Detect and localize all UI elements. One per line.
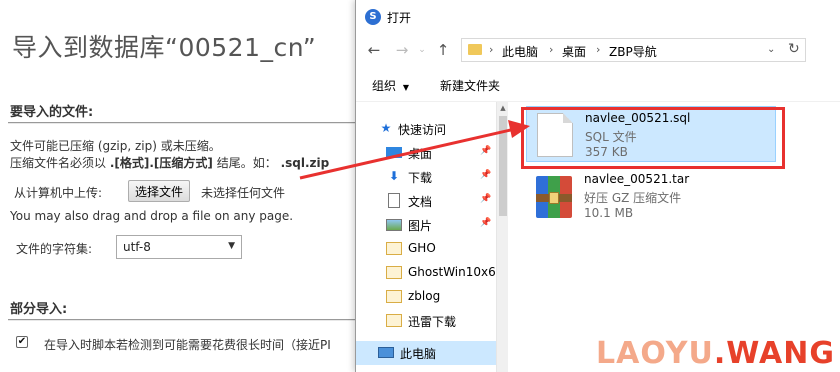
- file-type: 好压 GZ 压缩文件: [584, 191, 682, 205]
- download-icon: ⬇: [388, 169, 400, 183]
- page-title: 导入到数据库“00521_cn”: [12, 33, 317, 62]
- sidebar-item-zblog[interactable]: zblog: [356, 285, 496, 309]
- history-dropdown-icon[interactable]: ⌄: [413, 41, 431, 59]
- new-folder-button[interactable]: 新建文件夹: [440, 77, 500, 94]
- sidebar-item-label: 下载: [408, 171, 433, 185]
- address-bar: ← → ⌄ ↑ › 此电脑 › 桌面 › ZBP导航 ⌄ ↻: [356, 34, 840, 66]
- sidebar-item-ghostwin10x64[interactable]: GhostWin10x64: [356, 261, 503, 285]
- chevron-down-icon: ▼: [402, 83, 409, 92]
- sidebar-item-label: 快速访问: [398, 123, 447, 137]
- breadcrumb-this-pc[interactable]: 此电脑: [502, 43, 538, 60]
- star-icon: ★: [380, 121, 392, 135]
- document-icon: [388, 193, 400, 208]
- organize-label: 组织: [372, 79, 397, 93]
- chevron-down-icon: ▼: [228, 241, 235, 251]
- organize-button[interactable]: 组织 ▼: [372, 77, 409, 94]
- charset-value: utf-8: [123, 240, 151, 254]
- folder-icon: [386, 266, 402, 279]
- section-divider: [8, 122, 360, 124]
- watermark-logo: LAOYU.WANG: [596, 336, 835, 371]
- sidebar-item-label: zblog: [408, 289, 441, 303]
- file-size: 10.1 MB: [584, 206, 634, 220]
- compress-format-example: .sql.zip: [280, 156, 330, 170]
- computer-icon: [378, 347, 394, 358]
- drag-drop-hint: You may also drag and drop a file on any…: [10, 209, 294, 223]
- pin-icon[interactable]: 📌: [480, 218, 491, 228]
- sidebar-item-documents[interactable]: 文档 📌: [356, 189, 496, 213]
- charset-select[interactable]: utf-8 ▼: [116, 235, 242, 259]
- section-heading-partial: 部分导入:: [10, 302, 68, 317]
- navigation-pane: ★ 快速访问 桌面 📌 ⬇ 下载 📌 文档 📌 图片 📌 GHO GhostWi…: [356, 102, 503, 372]
- choose-file-button[interactable]: 选择文件: [128, 180, 191, 202]
- breadcrumb-zbp-nav[interactable]: ZBP导航: [609, 43, 657, 60]
- scrollbar-thumb[interactable]: [499, 116, 507, 216]
- path-breadcrumb[interactable]: › 此电脑 › 桌面 › ZBP导航 ⌄ ↻: [461, 38, 806, 62]
- sidebar-item-label: 文档: [408, 195, 433, 209]
- compress-format-pattern: .[格式].[压缩方式]: [109, 156, 213, 170]
- folder-icon: [386, 290, 402, 303]
- refresh-icon[interactable]: ↻: [788, 41, 800, 57]
- dialog-titlebar: S 打开: [356, 0, 840, 34]
- import-page: 导入到数据库“00521_cn” 要导入的文件: 文件可能已压缩 (gzip, …: [0, 0, 360, 372]
- sidebar-item-label: 桌面: [408, 147, 433, 161]
- breadcrumb-separator-icon[interactable]: ›: [489, 43, 493, 56]
- archive-buckle: [549, 192, 559, 204]
- compress-hint: 文件可能已压缩 (gzip, zip) 或未压缩。: [10, 139, 221, 153]
- annotation-highlight-box: [521, 107, 785, 169]
- dialog-title: 打开: [387, 11, 412, 25]
- compress-format-mid: 结尾。如：: [216, 156, 277, 170]
- sidebar-item-label: 图片: [408, 219, 433, 233]
- folder-icon: [468, 44, 482, 55]
- compress-format-hint: 压缩文件名必须以 .[格式].[压缩方式] 结尾。如： .sql.zip: [10, 154, 329, 171]
- pictures-icon: [386, 219, 402, 231]
- breadcrumb-separator-icon[interactable]: ›: [549, 43, 553, 56]
- breadcrumb-desktop[interactable]: 桌面: [562, 43, 586, 60]
- sidebar-item-this-pc[interactable]: 此电脑: [356, 341, 496, 365]
- breadcrumb-separator-icon[interactable]: ›: [596, 43, 600, 56]
- sidebar-scrollbar[interactable]: ▲: [496, 102, 508, 372]
- sidebar-item-label: GHO: [408, 241, 436, 255]
- partial-import-label: 在导入时脚本若检测到可能需要花费很长时间（接近PI: [44, 338, 331, 352]
- sidebar-item-thunder-downloads[interactable]: 迅雷下载: [356, 309, 496, 333]
- chevron-down-icon[interactable]: ⌄: [767, 44, 775, 55]
- file-name: navlee_00521.tar: [584, 172, 690, 186]
- browser-logo-icon: S: [365, 9, 381, 25]
- forward-arrow-icon[interactable]: →: [393, 41, 411, 59]
- no-file-chosen-text: 未选择任何文件: [201, 186, 286, 200]
- folder-icon: [386, 242, 402, 255]
- sidebar-item-label: 迅雷下载: [408, 315, 457, 329]
- sidebar-item-downloads[interactable]: ⬇ 下载 📌: [356, 165, 496, 189]
- sidebar-item-label: GhostWin10x64: [408, 265, 504, 279]
- sidebar-item-label: 此电脑: [400, 347, 437, 361]
- desktop-icon: [386, 147, 402, 158]
- scroll-up-icon[interactable]: ▲: [498, 104, 508, 112]
- partial-import-checkbox[interactable]: ✔: [16, 336, 28, 348]
- pin-icon[interactable]: 📌: [480, 170, 491, 180]
- upload-label: 从计算机中上传:: [14, 186, 103, 200]
- sidebar-item-quick-access[interactable]: ★ 快速访问: [356, 117, 496, 141]
- command-bar: 组织 ▼ 新建文件夹: [356, 68, 840, 102]
- section-divider: [8, 319, 360, 321]
- pin-icon[interactable]: 📌: [480, 146, 491, 156]
- compress-format-prefix: 压缩文件名必须以: [10, 156, 107, 170]
- folder-icon: [386, 314, 402, 327]
- charset-label: 文件的字符集:: [16, 242, 93, 256]
- open-file-dialog: S 打开 ← → ⌄ ↑ › 此电脑 › 桌面 › ZBP导航 ⌄ ↻ 组织 ▼…: [355, 0, 840, 372]
- sidebar-item-gho[interactable]: GHO: [356, 237, 496, 261]
- watermark-part2: .WANG: [713, 336, 835, 371]
- pin-icon[interactable]: 📌: [480, 194, 491, 204]
- section-heading-file: 要导入的文件:: [10, 105, 94, 120]
- sidebar-item-pictures[interactable]: 图片 📌: [356, 213, 496, 237]
- archive-file-icon: [536, 176, 572, 218]
- sidebar-item-desktop[interactable]: 桌面 📌: [356, 141, 496, 165]
- watermark-part1: LAOYU: [596, 336, 714, 371]
- file-item-tar[interactable]: navlee_00521.tar 好压 GZ 压缩文件 10.1 MB: [526, 168, 776, 224]
- up-arrow-icon[interactable]: ↑: [434, 41, 452, 59]
- back-arrow-icon[interactable]: ←: [365, 41, 383, 59]
